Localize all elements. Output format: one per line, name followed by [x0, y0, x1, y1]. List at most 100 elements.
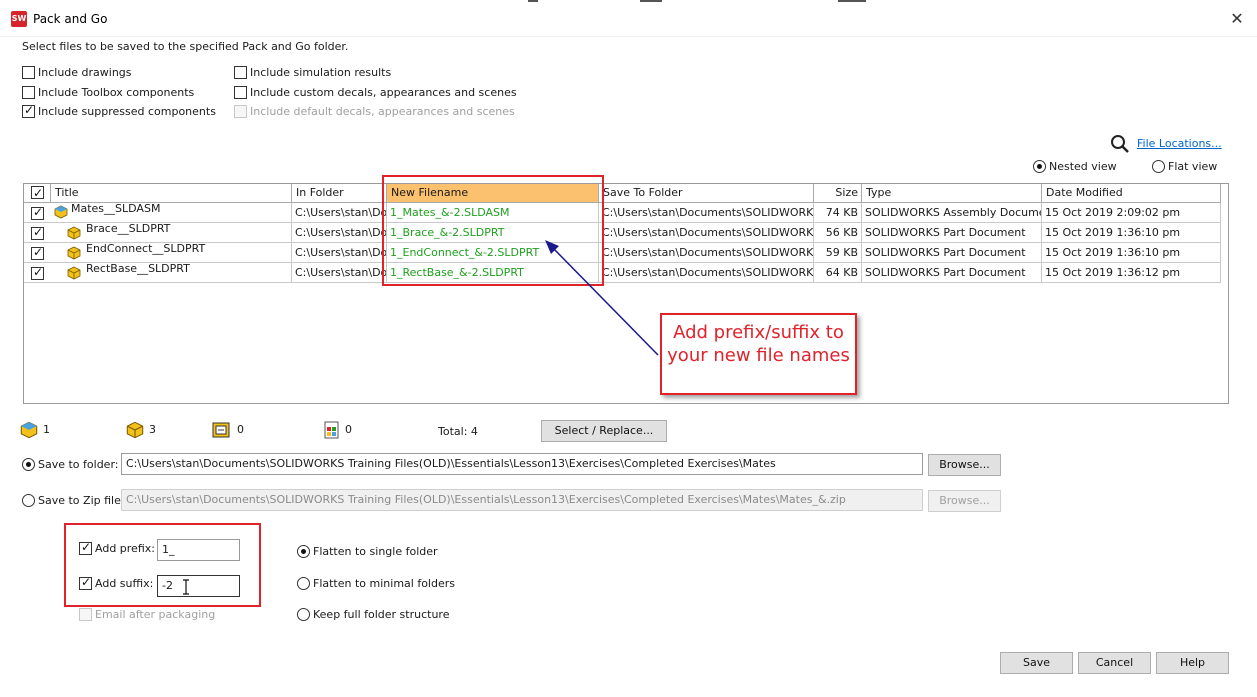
column-header-in-folder[interactable]: In Folder: [292, 184, 387, 203]
column-header-date-modified[interactable]: Date Modified: [1042, 184, 1221, 203]
background-toolbar-fragment: [838, 0, 866, 2]
date-cell: 15 Oct 2019 1:36:10 pm: [1042, 223, 1221, 243]
flatten-single-folder-radio[interactable]: [297, 545, 310, 558]
solidworks-app-icon: SW: [11, 11, 27, 27]
part-count-icon: [126, 421, 144, 439]
in-folder-cell: C:\Users\stan\Doc: [292, 223, 387, 243]
add-suffix-checkbox[interactable]: [79, 575, 92, 590]
title-bar: [0, 0, 1257, 37]
close-icon[interactable]: ✕: [1226, 8, 1248, 30]
save-to-zip-path-input: C:\Users\stan\Documents\SOLIDWORKS Train…: [121, 489, 923, 511]
column-header-type[interactable]: Type: [862, 184, 1042, 203]
table-row[interactable]: Mates__SLDASM C:\Users\stan\Doc 1_Mates_…: [24, 203, 1221, 223]
help-button[interactable]: Help: [1156, 652, 1229, 674]
include-custom-decals-label: Include custom decals, appearances and s…: [250, 86, 517, 99]
part-icon: [67, 266, 81, 280]
size-cell: 64 KB: [814, 263, 862, 283]
in-folder-cell: C:\Users\stan\Doc: [292, 263, 387, 283]
title-text: RectBase__SLDPRT: [86, 263, 190, 275]
row-checkbox[interactable]: [31, 245, 44, 260]
email-after-packaging-label: Email after packaging: [95, 608, 216, 621]
instructions-text: Select files to be saved to the specifie…: [22, 40, 349, 53]
type-cell: SOLIDWORKS Part Document: [862, 263, 1042, 283]
title-cell: Mates__SLDASM: [51, 203, 292, 223]
browse-zip-button: Browse...: [928, 490, 1001, 512]
flat-view-radio[interactable]: [1152, 160, 1165, 173]
prefix-input[interactable]: 1_: [157, 539, 240, 561]
other-files-count-icon: [324, 421, 339, 439]
type-cell: SOLIDWORKS Part Document: [862, 243, 1042, 263]
title-cell: RectBase__SLDPRT: [51, 263, 292, 283]
column-header-save-to-folder[interactable]: Save To Folder: [599, 184, 814, 203]
include-suppressed-checkbox[interactable]: [22, 103, 35, 118]
add-suffix-label: Add suffix:: [95, 577, 154, 590]
prefix-suffix-callout: Add prefix/suffix to your new file names: [660, 313, 857, 395]
total-count: Total: 4: [438, 425, 478, 438]
keep-folder-structure-label: Keep full folder structure: [313, 608, 450, 621]
include-toolbox-label: Include Toolbox components: [38, 86, 195, 99]
include-default-decals-label: Include default decals, appearances and …: [250, 105, 515, 118]
row-checkbox[interactable]: [31, 225, 44, 240]
drawing-count: 0: [237, 423, 244, 436]
browse-folder-button[interactable]: Browse...: [928, 454, 1001, 476]
row-checkbox[interactable]: [31, 265, 44, 280]
header-select-all[interactable]: [24, 184, 51, 203]
assembly-count-icon: [20, 421, 38, 439]
search-icon[interactable]: [1110, 134, 1130, 154]
include-drawings-label: Include drawings: [38, 66, 132, 79]
include-default-decals-checkbox: [234, 105, 247, 118]
background-toolbar-fragment: [640, 0, 662, 2]
type-cell: SOLIDWORKS Part Document: [862, 223, 1042, 243]
select-replace-button[interactable]: Select / Replace...: [541, 420, 667, 442]
save-to-folder-path-input[interactable]: C:\Users\stan\Documents\SOLIDWORKS Train…: [121, 453, 923, 475]
flatten-minimal-folders-radio[interactable]: [297, 577, 310, 590]
add-prefix-checkbox[interactable]: [79, 540, 92, 555]
drawing-count-icon: [212, 422, 230, 438]
keep-folder-structure-radio[interactable]: [297, 608, 310, 621]
part-icon: [67, 226, 81, 240]
file-locations-link[interactable]: File Locations...: [1137, 137, 1222, 150]
assembly-icon: [54, 205, 68, 219]
nested-view-radio[interactable]: [1033, 160, 1046, 173]
date-cell: 15 Oct 2019 1:36:10 pm: [1042, 243, 1221, 263]
assembly-count: 1: [43, 423, 50, 436]
include-custom-decals-checkbox[interactable]: [234, 86, 247, 99]
annotation-arrow: [545, 240, 659, 356]
save-to-folder-cell: C:\Users\stan\Documents\SOLIDWORKS T: [599, 203, 814, 223]
suffix-input[interactable]: -2: [157, 575, 240, 597]
size-cell: 56 KB: [814, 223, 862, 243]
title-text: Brace__SLDPRT: [86, 223, 171, 235]
part-icon: [67, 246, 81, 260]
include-suppressed-label: Include suppressed components: [38, 105, 216, 118]
background-toolbar-fragment: [528, 0, 538, 2]
date-cell: 15 Oct 2019 2:09:02 pm: [1042, 203, 1221, 223]
flatten-minimal-folders-label: Flatten to minimal folders: [313, 577, 455, 590]
include-drawings-checkbox[interactable]: [22, 66, 35, 79]
callout-line-2: your new file names: [667, 345, 850, 366]
callout-line-1: Add prefix/suffix to: [673, 322, 844, 343]
save-button[interactable]: Save: [1000, 652, 1073, 674]
title-cell: EndConnect__SLDPRT: [51, 243, 292, 263]
type-cell: SOLIDWORKS Assembly Document: [862, 203, 1042, 223]
title-text: EndConnect__SLDPRT: [86, 243, 206, 255]
save-to-zip-radio[interactable]: [22, 494, 35, 507]
flat-view-label: Flat view: [1168, 160, 1218, 173]
row-checkbox[interactable]: [31, 205, 44, 220]
part-count: 3: [149, 423, 156, 436]
email-after-packaging-checkbox: [79, 608, 92, 621]
column-header-size[interactable]: Size: [814, 184, 862, 203]
cancel-button[interactable]: Cancel: [1078, 652, 1151, 674]
flatten-single-folder-label: Flatten to single folder: [313, 545, 438, 558]
include-toolbox-checkbox[interactable]: [22, 86, 35, 99]
in-folder-cell: C:\Users\stan\Doc: [292, 203, 387, 223]
column-header-title[interactable]: Title: [51, 184, 292, 203]
in-folder-cell: C:\Users\stan\Doc: [292, 243, 387, 263]
title-text: Mates__SLDASM: [71, 203, 161, 215]
title-cell: Brace__SLDPRT: [51, 223, 292, 243]
select-all-checkbox[interactable]: [31, 184, 44, 202]
size-cell: 59 KB: [814, 243, 862, 263]
save-to-folder-radio[interactable]: [22, 458, 35, 471]
save-to-folder-label: Save to folder:: [38, 458, 119, 471]
other-files-count: 0: [345, 423, 352, 436]
include-simulation-checkbox[interactable]: [234, 66, 247, 79]
